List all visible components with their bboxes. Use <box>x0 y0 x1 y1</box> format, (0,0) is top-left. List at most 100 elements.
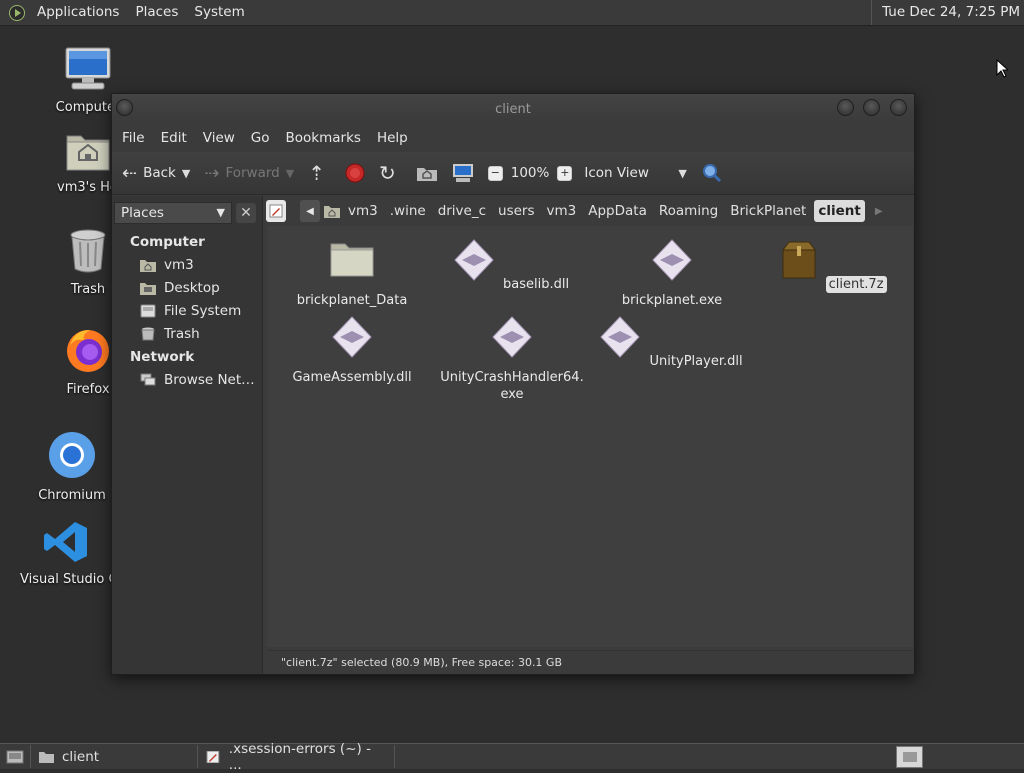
executable-icon <box>600 316 641 358</box>
menu-file[interactable]: File <box>114 130 153 146</box>
file-item[interactable]: brickplanet_Data <box>277 238 427 309</box>
view-mode-select[interactable]: Icon View ▼ <box>584 165 686 181</box>
home-folder-icon <box>324 206 340 218</box>
desktop-folder-icon <box>140 283 156 295</box>
bottom-panel: client .xsession-errors (~) - ... <box>0 741 1024 773</box>
forward-arrow-icon: ⇢ <box>204 162 220 184</box>
file-name: client.7z <box>825 276 887 293</box>
menu-places[interactable]: Places <box>127 0 186 25</box>
computer-icon <box>452 164 473 182</box>
forward-button[interactable]: ⇢ Forward ▼ <box>204 163 294 184</box>
menu-view[interactable]: View <box>195 130 243 146</box>
menubar: File Edit View Go Bookmarks Help <box>112 124 914 152</box>
close-button[interactable] <box>890 99 907 116</box>
archive-icon <box>782 241 817 279</box>
breadcrumb-vm3-home[interactable]: vm3 <box>344 200 382 222</box>
breadcrumb-brickplanet[interactable]: BrickPlanet <box>726 200 810 222</box>
desktop-label: Chromium <box>38 488 106 503</box>
sidebar-item-vm3[interactable]: vm3 <box>140 257 194 273</box>
breadcrumb-appdata[interactable]: AppData <box>584 200 651 222</box>
breadcrumb-users[interactable]: users <box>494 200 538 222</box>
desktop-icon-vscode[interactable]: Visual Studio Code <box>20 520 112 587</box>
breadcrumb-roaming[interactable]: Roaming <box>655 200 722 222</box>
reload-icon: ↻ <box>378 161 396 185</box>
top-panel: Applications Places System Tue Dec 24, 7… <box>0 0 1024 26</box>
menu-system[interactable]: System <box>186 0 252 25</box>
maximize-button[interactable] <box>863 99 880 116</box>
zoom-in-button[interactable]: + <box>557 165 573 181</box>
search-button[interactable] <box>701 162 723 184</box>
toolbar: ⇠ Back ▼ ⇢ Forward ▼ ⇡ ↻ − 100% + Icon V… <box>112 152 914 195</box>
chevron-down-icon[interactable]: ▼ <box>286 167 294 180</box>
workspace-switcher[interactable] <box>896 746 923 768</box>
firefox-icon <box>67 330 109 372</box>
chevron-down-icon: ▼ <box>216 206 225 219</box>
edit-location-button[interactable] <box>266 200 286 222</box>
desktop-icon-chromium[interactable]: Chromium <box>22 430 122 503</box>
sidebar-item-label: Browse Net… <box>164 372 255 388</box>
show-desktop-button[interactable] <box>0 745 31 768</box>
file-item[interactable]: UnityCrashHandler64. exe <box>437 315 587 403</box>
zoom-out-icon: − <box>487 165 503 181</box>
breadcrumb-client[interactable]: client <box>814 200 865 222</box>
close-sidebar-button[interactable]: ✕ <box>236 203 256 223</box>
folder-icon <box>330 243 374 277</box>
trash-icon <box>70 229 106 273</box>
file-name: UnityPlayer.dll <box>649 354 743 369</box>
window-menu-button[interactable] <box>116 99 133 116</box>
file-view[interactable]: brickplanet_Data baselib.dll brickplanet… <box>267 226 913 647</box>
back-button[interactable]: ⇠ Back ▼ <box>122 163 190 184</box>
stop-icon <box>345 163 365 183</box>
sidebar-item-browse-network[interactable]: Browse Net… <box>140 372 255 388</box>
executable-icon <box>332 316 372 358</box>
chevron-down-icon[interactable]: ▼ <box>182 167 190 180</box>
menu-go[interactable]: Go <box>243 130 278 146</box>
window-titlebar[interactable]: client <box>112 94 914 124</box>
reload-button[interactable]: ↻ <box>379 161 402 185</box>
drive-icon <box>140 304 156 318</box>
breadcrumb-drive-c[interactable]: drive_c <box>434 200 490 222</box>
folder-icon <box>39 751 54 763</box>
computer-button[interactable] <box>452 163 474 183</box>
up-button[interactable]: ⇡ <box>308 161 331 185</box>
file-item[interactable]: GameAssembly.dll <box>277 315 427 386</box>
sidebar-header-computer: Computer <box>130 234 205 250</box>
menu-bookmarks[interactable]: Bookmarks <box>278 130 369 146</box>
up-arrow-icon: ⇡ <box>308 161 325 185</box>
menu-applications[interactable]: Applications <box>29 0 127 25</box>
trash-icon <box>141 327 155 341</box>
file-item-selected[interactable]: client.7z <box>757 238 907 293</box>
vscode-icon <box>44 522 87 562</box>
menu-edit[interactable]: Edit <box>153 130 195 146</box>
sidebar-item-trash[interactable]: Trash <box>140 326 200 342</box>
taskbar-item-label: client <box>62 748 100 765</box>
file-item[interactable]: baselib.dll <box>437 238 587 293</box>
file-name: baselib.dll <box>503 277 570 292</box>
edit-pencil-icon <box>269 204 283 218</box>
sidebar-item-label: File System <box>164 303 242 319</box>
back-arrow-icon: ⇠ <box>122 162 138 184</box>
clock[interactable]: Tue Dec 24, 7:25 PM <box>871 0 1020 25</box>
taskbar-item-xsession-errors[interactable]: .xsession-errors (~) - ... <box>198 741 395 773</box>
menu-help[interactable]: Help <box>369 130 416 146</box>
sidebar-item-file-system[interactable]: File System <box>140 303 241 319</box>
computer-icon <box>65 47 111 90</box>
taskbar-item-client[interactable]: client <box>31 745 198 768</box>
places-selector[interactable]: Places ▼ <box>114 202 232 224</box>
sidebar-item-desktop[interactable]: Desktop <box>140 280 220 296</box>
file-item[interactable]: brickplanet.exe <box>597 238 747 309</box>
breadcrumb-wine[interactable]: .wine <box>386 200 430 222</box>
home-button[interactable] <box>416 164 438 182</box>
file-item[interactable]: UnityPlayer.dll <box>597 315 747 370</box>
minimize-button[interactable] <box>837 99 854 116</box>
file-manager-window: client File Edit View Go Bookmarks Help … <box>111 93 915 675</box>
zoom-out-button[interactable]: − <box>487 165 503 181</box>
file-name-line-2: exe <box>500 387 524 402</box>
stop-button[interactable] <box>345 163 365 183</box>
breadcrumb-scroll-left-button[interactable]: ◀ <box>300 200 320 222</box>
applications-logo-icon[interactable] <box>9 4 25 21</box>
sidebar-item-label: Trash <box>164 326 200 342</box>
breadcrumb-vm3[interactable]: vm3 <box>543 200 581 222</box>
mouse-cursor-icon <box>996 59 1008 78</box>
breadcrumb-scroll-right-button[interactable]: ▶ <box>875 206 883 217</box>
